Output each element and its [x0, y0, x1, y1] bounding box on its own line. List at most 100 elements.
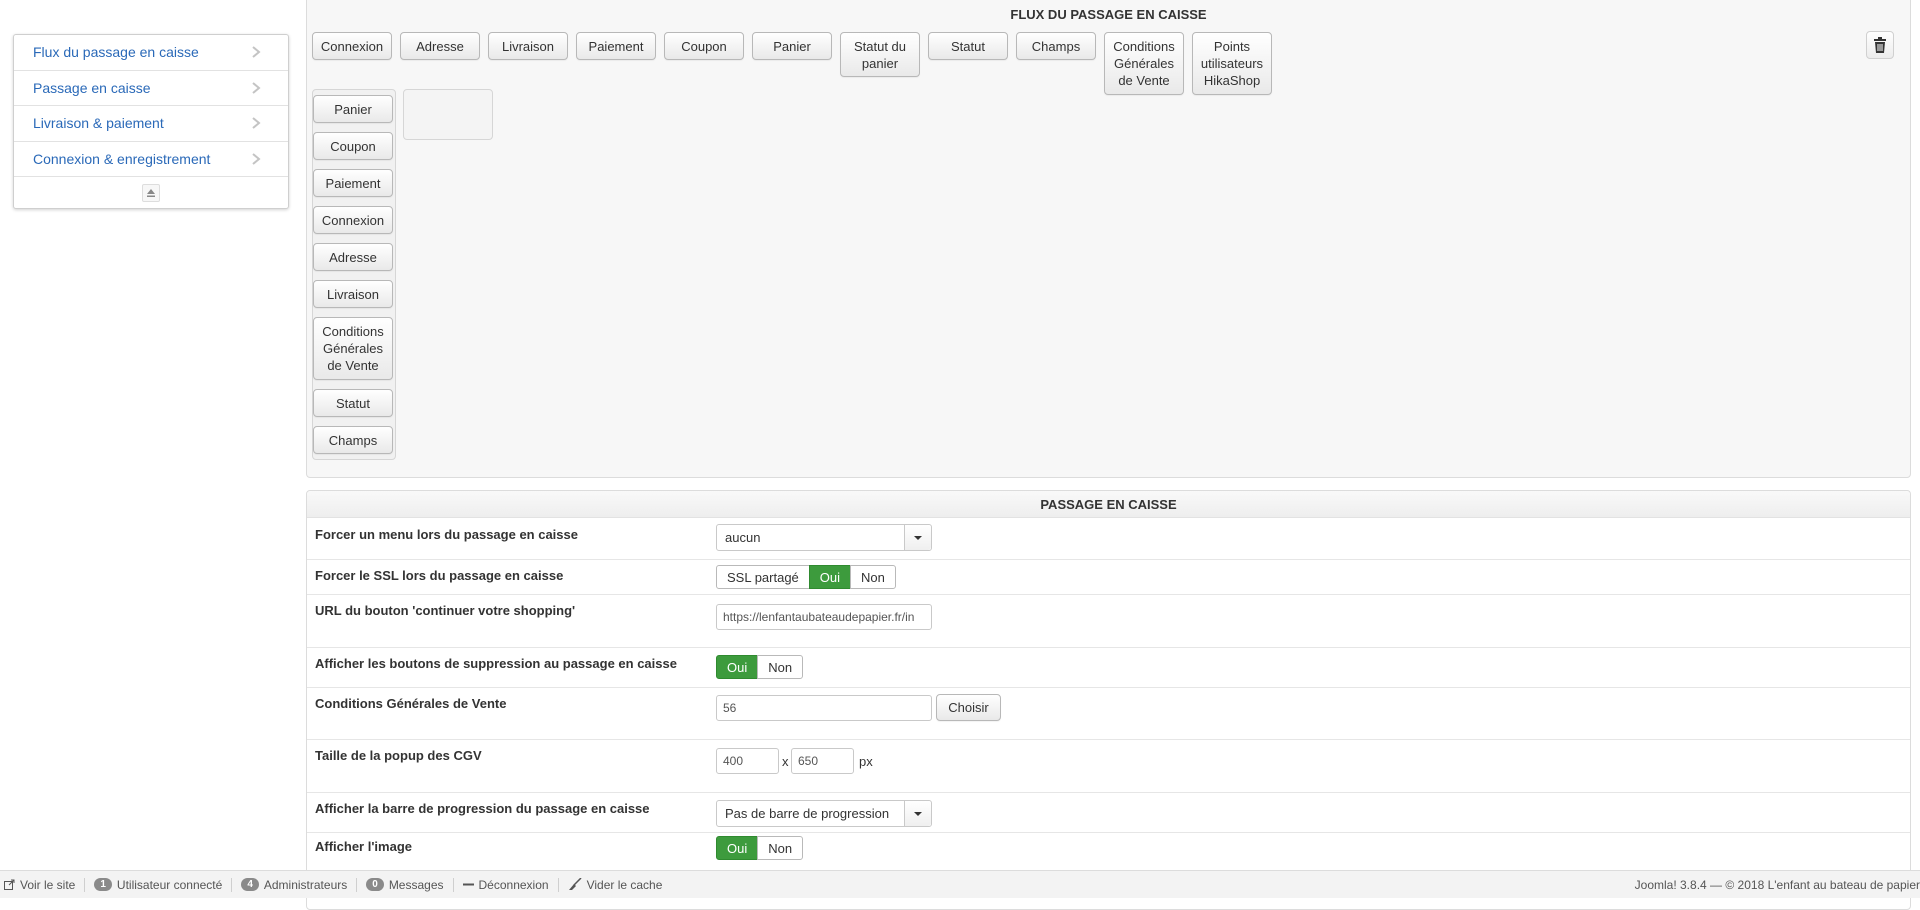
continue-url-input[interactable]: https://lenfantaubateaudepapier.fr/in [716, 604, 932, 630]
force-menu-label: Forcer un menu lors du passage en caisse [315, 527, 578, 542]
clear-cache-label: Vider le cache [586, 877, 663, 892]
step-block-livraison[interactable]: Livraison [313, 280, 393, 308]
sidebar-item-passage[interactable]: Passage en caisse [14, 71, 288, 106]
step-block-cgv[interactable]: Conditions Générales de Vente [313, 317, 393, 380]
delete-buttons-yes[interactable]: Oui [716, 655, 759, 679]
flow-block-adresse[interactable]: Adresse [400, 32, 480, 60]
sidebar-footer [14, 177, 288, 209]
logout-label: Déconnexion [478, 877, 549, 892]
progress-bar-value: Pas de barre de progression [725, 806, 890, 821]
sidebar-item-label: Livraison & paiement [33, 115, 164, 132]
delete-buttons-no[interactable]: Non [757, 655, 804, 679]
progress-bar-select[interactable]: Pas de barre de progression [716, 800, 932, 827]
sidebar-item-connexion[interactable]: Connexion & enregistrement [14, 142, 288, 177]
users-label: Utilisateur connecté [116, 877, 223, 892]
empty-step-dropzone[interactable] [403, 89, 493, 140]
chevron-down-icon [904, 801, 931, 826]
popup-width-input[interactable]: 400 [716, 748, 779, 774]
size-unit: px [859, 754, 873, 769]
flow-block-points[interactable]: Points utilisateurs HikaShop [1192, 32, 1272, 95]
flow-block-champs[interactable]: Champs [1016, 32, 1096, 60]
checkout-settings-panel: PASSAGE EN CAISSE Forcer un menu lors du… [306, 490, 1911, 910]
flow-block-paiement[interactable]: Paiement [576, 32, 656, 60]
users-online-link[interactable]: 1 Utilisateur connecté [85, 877, 233, 892]
sidebar-item-label: Connexion & enregistrement [33, 150, 211, 167]
row-continue-url: URL du bouton 'continuer votre shopping'… [307, 594, 1910, 647]
flow-block-connexion[interactable]: Connexion [312, 32, 392, 60]
continue-url-label: URL du bouton 'continuer votre shopping' [315, 603, 576, 618]
cgv-article-input[interactable]: 56 [716, 695, 932, 721]
force-menu-select[interactable]: aucun [716, 524, 932, 551]
row-show-image: Afficher l'image Oui Non [307, 832, 1910, 872]
checkout-settings-title: PASSAGE EN CAISSE [307, 491, 1910, 518]
sidebar-item-label: Passage en caisse [33, 79, 151, 96]
ssl-no-option[interactable]: Non [850, 565, 896, 589]
clear-cache-link[interactable]: Vider le cache [559, 878, 672, 892]
sidebar-item-label: Flux du passage en caisse [33, 44, 199, 61]
step-block-paiement[interactable]: Paiement [313, 169, 393, 197]
collapse-icon [147, 189, 155, 197]
checkout-flow-panel: FLUX DU PASSAGE EN CAISSE Connexion Adre… [306, 0, 1911, 478]
delete-buttons-toggle: Oui Non [716, 655, 804, 679]
delete-block-button[interactable] [1866, 31, 1894, 59]
chevron-down-icon [904, 525, 931, 550]
delete-buttons-label: Afficher les boutons de suppression au p… [315, 656, 677, 671]
show-image-label: Afficher l'image [315, 839, 413, 854]
view-site-link[interactable]: Voir le site [0, 877, 86, 892]
step-block-panier[interactable]: Panier [313, 95, 393, 123]
view-site-label: Voir le site [20, 877, 76, 892]
step-block-adresse[interactable]: Adresse [313, 243, 393, 271]
show-image-yes[interactable]: Oui [716, 836, 759, 860]
flow-block-coupon[interactable]: Coupon [664, 32, 744, 60]
admin-status-bar: Voir le site 1 Utilisateur connecté 4 Ad… [0, 870, 1920, 898]
chevron-right-icon [252, 46, 261, 59]
row-progress-bar: Afficher la barre de progression du pass… [307, 792, 1910, 832]
popup-size-label: Taille de la popup des CGV [315, 748, 482, 763]
chevron-right-icon [252, 117, 261, 130]
show-image-toggle: Oui Non [716, 836, 804, 860]
cgv-label: Conditions Générales de Vente [315, 696, 507, 711]
collapse-sidebar-button[interactable] [142, 184, 160, 202]
ssl-yes-option[interactable]: Oui [808, 565, 852, 589]
sidebar-menu: Flux du passage en caisse Passage en cai… [13, 34, 289, 209]
minus-icon [462, 879, 474, 890]
flow-block-panier[interactable]: Panier [752, 32, 832, 60]
users-count-badge: 1 [94, 878, 112, 891]
step-block-coupon[interactable]: Coupon [313, 132, 393, 160]
messages-label: Messages [388, 877, 444, 892]
messages-link[interactable]: 0 Messages [357, 877, 454, 892]
row-force-menu: Forcer un menu lors du passage en caisse… [307, 519, 1910, 559]
flow-block-cgv[interactable]: Conditions Générales de Vente [1104, 32, 1184, 95]
broom-icon [568, 878, 582, 891]
version-info: Joomla! 3.8.4 — © 2018 L'enfant au batea… [1634, 878, 1920, 892]
flow-block-statut-panier[interactable]: Statut du panier [840, 32, 920, 77]
show-image-no[interactable]: Non [757, 836, 804, 860]
messages-count-badge: 0 [366, 878, 384, 891]
step-block-statut[interactable]: Statut [313, 389, 393, 417]
force-menu-value: aucun [725, 530, 761, 545]
popup-height-input[interactable]: 650 [791, 748, 854, 774]
admins-count-badge: 4 [241, 878, 259, 891]
flow-block-statut[interactable]: Statut [928, 32, 1008, 60]
admins-label: Administrateurs [263, 877, 348, 892]
progress-bar-label: Afficher la barre de progression du pass… [315, 801, 650, 816]
logout-link[interactable]: Déconnexion [454, 877, 559, 892]
sidebar-item-livraison[interactable]: Livraison & paiement [14, 106, 288, 142]
choose-cgv-button[interactable]: Choisir [936, 694, 1001, 721]
chevron-right-icon [252, 81, 261, 94]
ssl-shared-option[interactable]: SSL partagé [716, 565, 810, 589]
checkout-flow-title: FLUX DU PASSAGE EN CAISSE [307, 1, 1910, 28]
row-delete-buttons: Afficher les boutons de suppression au p… [307, 647, 1910, 687]
step-block-champs[interactable]: Champs [313, 426, 393, 454]
row-force-ssl: Forcer le SSL lors du passage en caisse … [307, 559, 1910, 594]
chevron-right-icon [252, 152, 261, 165]
force-ssl-label: Forcer le SSL lors du passage en caisse [315, 568, 564, 583]
flow-block-livraison[interactable]: Livraison [488, 32, 568, 60]
external-link-icon [4, 879, 15, 890]
force-ssl-toggle: SSL partagé Oui Non [716, 565, 896, 589]
row-cgv: Conditions Générales de Vente 56 Choisir [307, 687, 1910, 739]
size-separator: x [782, 754, 789, 769]
sidebar-item-flux[interactable]: Flux du passage en caisse [14, 35, 288, 71]
step-block-connexion[interactable]: Connexion [313, 206, 393, 234]
admins-link[interactable]: 4 Administrateurs [232, 877, 358, 892]
